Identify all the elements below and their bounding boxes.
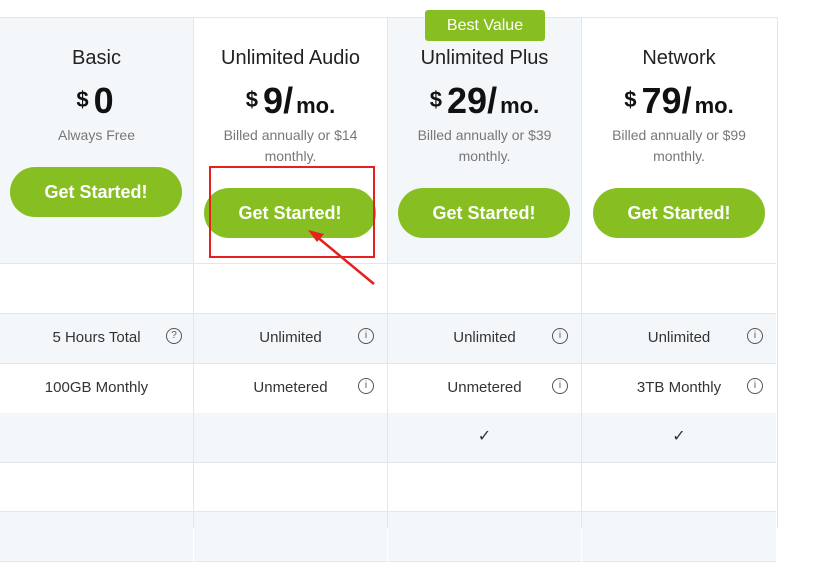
annotation-arrow-icon xyxy=(308,230,375,285)
